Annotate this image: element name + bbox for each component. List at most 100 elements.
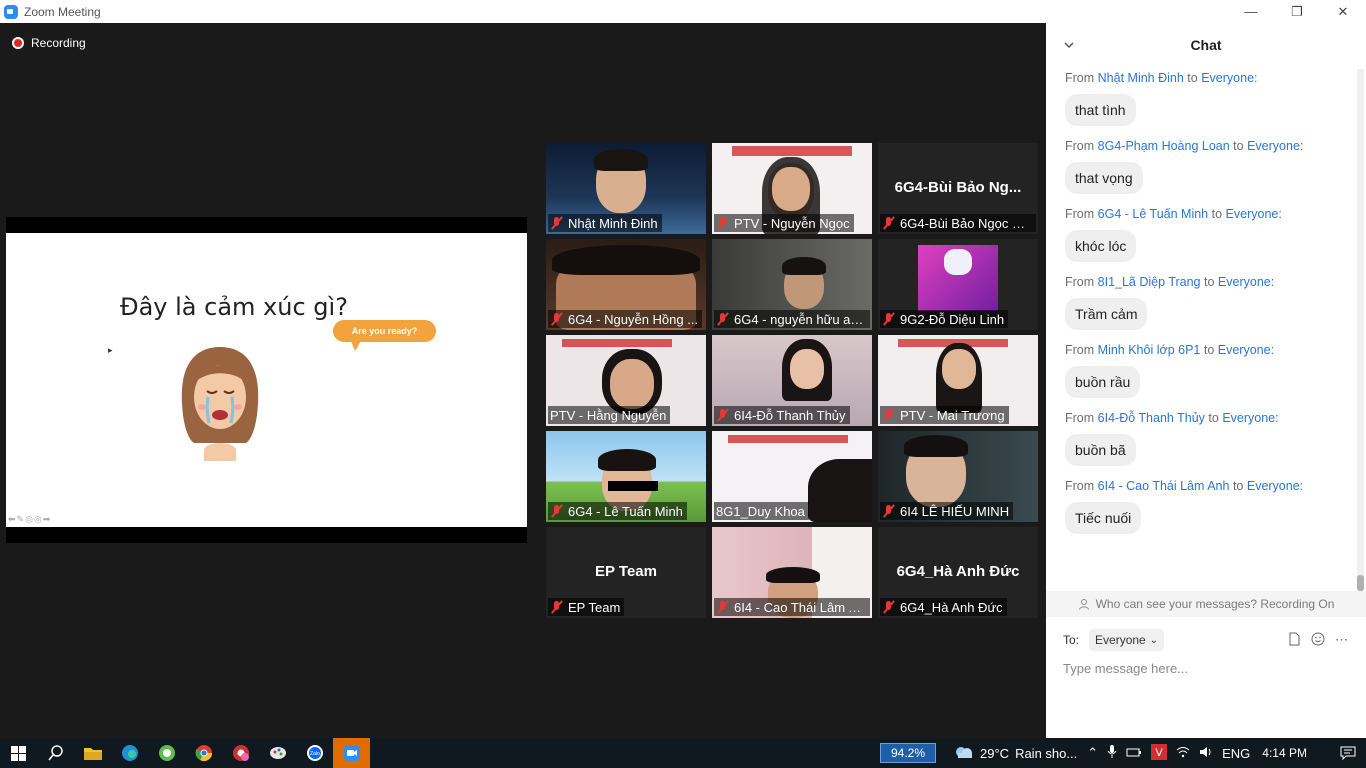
message-text: buồn bã <box>1065 434 1136 466</box>
message-text: that vọng <box>1065 162 1143 194</box>
chat-message: From 8I1_Lã Diệp Trang to Everyone: Trầm… <box>1065 275 1358 330</box>
participant-tile[interactable]: 6I4 LÊ HIẾU MINH <box>878 431 1038 522</box>
file-icon[interactable] <box>1288 632 1301 649</box>
window-controls: — ❐ ✕ <box>1228 0 1366 23</box>
to-label: To: <box>1063 633 1080 647</box>
file-explorer-icon[interactable] <box>74 738 111 768</box>
participant-name-tag: 6I4 LÊ HIẾU MINH <box>880 502 1014 520</box>
chat-message: From 6I4-Đỗ Thanh Thủy to Everyone: buồn… <box>1065 411 1358 466</box>
wifi-icon[interactable] <box>1176 746 1190 761</box>
weather-condition: Rain sho... <box>1015 745 1078 761</box>
battery-indicator[interactable]: 94.2% <box>879 743 937 763</box>
notification-icon[interactable] <box>1329 738 1366 768</box>
slide-navigation[interactable]: ⬅✎◎◎➡ <box>8 514 51 525</box>
message-meta: From Minh Khôi lớp 6P1 to Everyone: <box>1065 343 1275 357</box>
volume-icon[interactable] <box>1199 746 1213 761</box>
power-plug-icon[interactable] <box>1126 746 1142 761</box>
chat-scrollbar[interactable] <box>1357 69 1364 591</box>
participant-tile[interactable]: 6I4 - Cao Thái Lâm Anh <box>712 527 872 618</box>
recipient-dropdown[interactable]: Everyone ⌄ <box>1089 629 1165 651</box>
more-options-icon[interactable]: ⋯ <box>1335 632 1348 649</box>
participant-tile[interactable]: 6G4 - nguyễn hữu an ... <box>712 239 872 330</box>
weather-cloud-icon <box>954 745 974 762</box>
participant-tile[interactable]: 6I4-Đỗ Thanh Thủy <box>712 335 872 426</box>
recipient-value: Everyone <box>1095 633 1146 647</box>
chat-panel: Chat From Nhật Minh Đinh to Everyone: th… <box>1046 23 1366 738</box>
chat-header: Chat <box>1046 23 1366 67</box>
sender-name[interactable]: Minh Khôi lớp 6P1 <box>1098 343 1201 357</box>
mic-muted-icon <box>716 312 730 326</box>
chat-message-list[interactable]: From Nhật Minh Đinh to Everyone: that tì… <box>1046 71 1358 591</box>
title-bar: Zoom Meeting — ❐ ✕ <box>0 0 1366 23</box>
record-icon <box>12 37 24 49</box>
mic-muted-icon <box>882 312 896 326</box>
restore-button[interactable]: ❐ <box>1274 0 1320 23</box>
sender-name[interactable]: 6G4 - Lê Tuấn Minh <box>1098 207 1208 221</box>
recipient-name: Everyone: <box>1217 343 1275 357</box>
microphone-icon[interactable] <box>1107 744 1117 762</box>
emoji-icon[interactable] <box>1311 632 1325 649</box>
recording-label: Recording <box>31 36 86 50</box>
mic-muted-icon <box>716 600 730 614</box>
sender-name[interactable]: 8G4-Phạm Hoàng Loan <box>1098 139 1230 153</box>
participant-name-tag: Nhật Minh Đinh <box>548 214 662 232</box>
language-indicator[interactable]: ENG <box>1222 746 1250 761</box>
windows-start-icon[interactable] <box>0 738 37 768</box>
minimize-button[interactable]: — <box>1228 0 1274 23</box>
clock[interactable]: 4:14 PM <box>1262 746 1307 760</box>
message-text: Tiếc nuối <box>1065 502 1142 534</box>
recipient-row: To: Everyone ⌄ <box>1063 629 1165 651</box>
weather-widget[interactable]: 29°C Rain sho... <box>954 745 1077 762</box>
mic-muted-icon <box>882 504 896 518</box>
zoom-taskbar-icon[interactable] <box>333 738 370 768</box>
chat-message: From Nhật Minh Đinh to Everyone: that tì… <box>1065 71 1358 126</box>
chrome-profile-icon[interactable] <box>222 738 259 768</box>
chevron-down-icon: ⌄ <box>1149 634 1159 646</box>
sender-name[interactable]: 6I4 - Cao Thái Lâm Anh <box>1098 479 1230 493</box>
participant-display-name: 6G4-Bùi Bảo Ng... <box>894 179 1022 196</box>
participant-tile[interactable]: 6G4_Hà Anh Đức 6G4_Hà Anh Đức <box>878 527 1038 618</box>
participant-tile[interactable]: 9G2-Đỗ Diệu Linh <box>878 239 1038 330</box>
participant-tile[interactable]: PTV - Nguyễn Ngọc <box>712 143 872 234</box>
close-button[interactable]: ✕ <box>1320 0 1366 23</box>
vpn-app-icon[interactable]: V <box>1151 743 1168 763</box>
message-input[interactable] <box>1063 658 1353 678</box>
participant-name-tag: 6G4_Hà Anh Đức <box>880 598 1007 616</box>
recording-indicator[interactable]: Recording <box>12 36 86 50</box>
participant-tile[interactable]: 6G4-Bùi Bảo Ng... 6G4-Bùi Bảo Ngọc Linh <box>878 143 1038 234</box>
sender-name[interactable]: 8I1_Lã Diệp Trang <box>1098 275 1201 289</box>
participant-tile[interactable]: 6G4 - Nguyễn Hồng ... <box>546 239 706 330</box>
recipient-name: Everyone: <box>1246 479 1304 493</box>
participant-tile[interactable]: 6G4 - Lê Tuấn Minh <box>546 431 706 522</box>
cốc-cốc-browser-icon[interactable] <box>148 738 185 768</box>
chevron-up-icon[interactable]: ⌃ <box>1087 745 1098 761</box>
participant-tile[interactable]: Nhật Minh Đinh <box>546 143 706 234</box>
message-text: khóc lóc <box>1065 230 1137 262</box>
participant-name-tag: 6G4 - Lê Tuấn Minh <box>548 502 687 520</box>
scrollbar-thumb[interactable] <box>1357 575 1364 591</box>
paint-app-icon[interactable] <box>259 738 296 768</box>
sender-name[interactable]: 6I4-Đỗ Thanh Thủy <box>1098 411 1205 425</box>
zalo-icon[interactable]: Zalo <box>296 738 333 768</box>
sender-name[interactable]: Nhật Minh Đinh <box>1098 71 1184 85</box>
privacy-notice[interactable]: Who can see your messages? Recording On <box>1046 591 1366 617</box>
crying-face-illustration <box>174 343 266 461</box>
participant-tile[interactable]: PTV - Mai Trương <box>878 335 1038 426</box>
mic-muted-icon <box>550 600 564 614</box>
zoom-app-icon <box>4 4 18 19</box>
participant-tile[interactable]: 8G1_Duy Khoa <box>712 431 872 522</box>
participant-tile-active-speaker[interactable]: PTV - Hằng Nguyễn <box>546 335 706 426</box>
mic-muted-icon <box>716 408 730 422</box>
message-text: Trầm cảm <box>1065 298 1148 330</box>
message-meta: From 6G4 - Lê Tuấn Minh to Everyone: <box>1065 207 1282 221</box>
message-meta: From 8I1_Lã Diệp Trang to Everyone: <box>1065 275 1275 289</box>
participant-tile[interactable]: EP Team EP Team <box>546 527 706 618</box>
participant-name-tag: PTV - Mai Trương <box>880 406 1009 424</box>
recipient-name: Everyone: <box>1217 275 1275 289</box>
person-icon <box>1078 598 1090 610</box>
edge-browser-icon[interactable] <box>111 738 148 768</box>
chrome-icon[interactable] <box>185 738 222 768</box>
search-icon[interactable] <box>37 738 74 768</box>
chevron-down-icon[interactable] <box>1064 37 1074 49</box>
shared-screen[interactable]: Đây là cảm xúc gì? Are you ready? ▸ ⬅✎◎◎… <box>6 217 527 543</box>
